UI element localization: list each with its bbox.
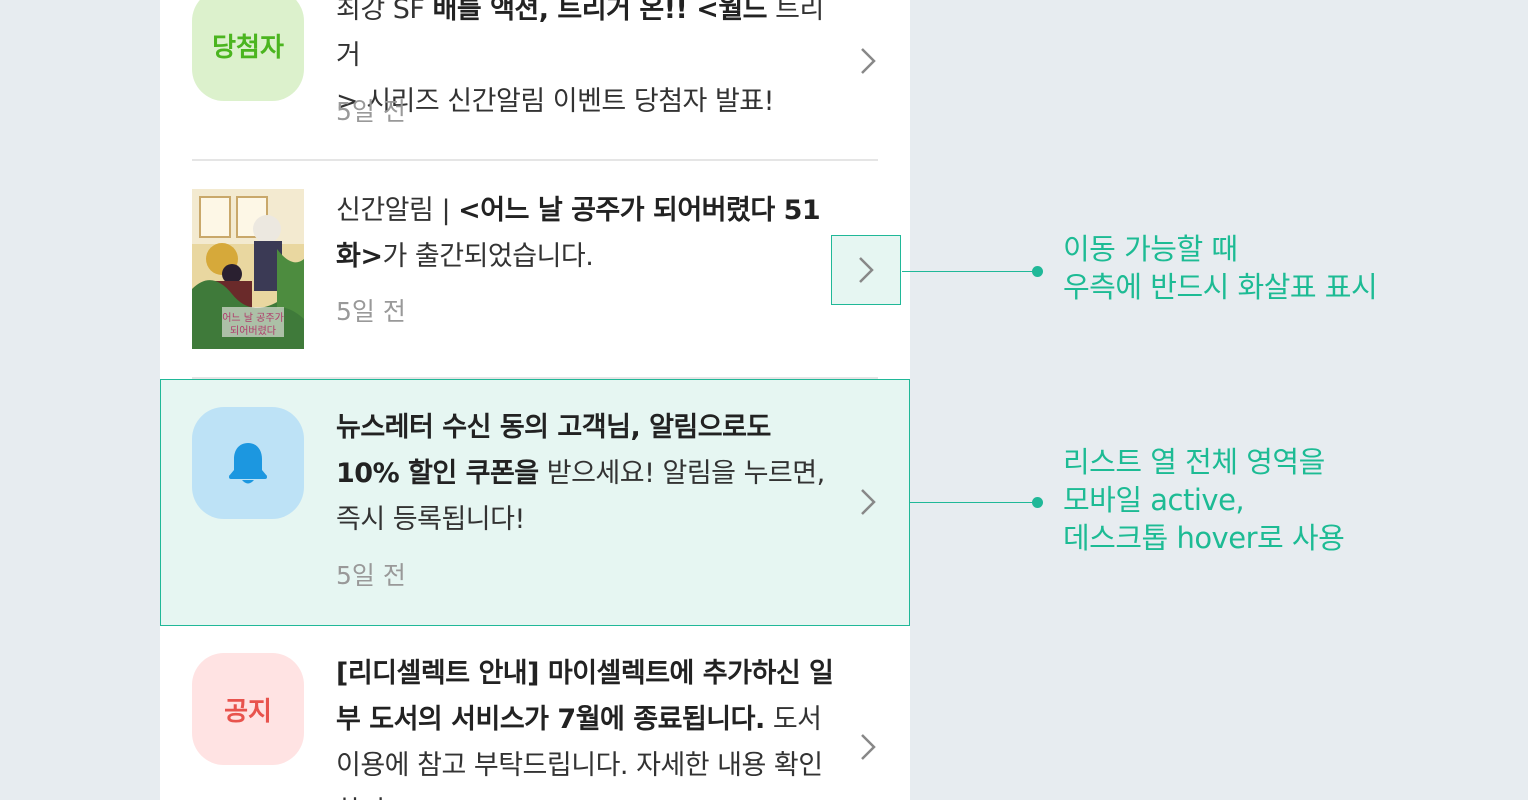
winner-badge-label: 당첨자 [212,32,284,63]
svg-text:되어버렸다: 되어버렸다 [230,324,276,337]
bell-badge [192,407,304,519]
annotation-dot [1032,266,1043,277]
chevron-right-icon [859,257,874,283]
list-item-coupon[interactable]: 뉴스레터 수신 동의 고객님, 알림으로도 10% 할인 쿠폰을 받으세요! 알… [160,380,910,624]
notice-badge: 공지 [192,653,304,765]
chevron-right-icon [850,484,886,520]
list-item-winner[interactable]: 당첨자 최강 SF 배틀 액션, 트리거 온!! <월드 트리거 > 시리즈 신… [160,0,910,160]
annotation-connector [902,271,1036,272]
winner-badge: 당첨자 [192,0,304,101]
item-message: 뉴스레터 수신 동의 고객님, 알림으로도 10% 할인 쿠폰을 받으세요! 알… [336,412,825,535]
item-timestamp: 5일 전 [336,297,406,326]
svg-text:어느 날 공주가: 어느 날 공주가 [222,312,284,324]
item-message: 신간알림 | <어느 날 공주가 되어버렸다 51 화>가 출간되었습니다. [336,195,821,272]
list-item-notice[interactable]: 공지 [리디셀렉트 안내] 마이셀렉트에 추가하신 일부 도서의 서비스가 7월… [160,626,910,800]
item-message: 최강 SF 배틀 액션, 트리거 온!! <월드 트리거 > 시리즈 신간알림 … [336,0,824,117]
book-cover-image: 어느 날 공주가 되어버렸다 [192,189,304,349]
annotation-dot [1032,497,1043,508]
item-message: [리디셀렉트 안내] 마이셀렉트에 추가하신 일부 도서의 서비스가 7월에 종… [336,658,834,800]
chevron-right-icon [850,43,886,79]
annotation-row-note: 리스트 열 전체 영역을 모바일 active, 데스크톱 hover로 사용 [1063,445,1345,555]
notification-list: 당첨자 최강 SF 배틀 액션, 트리거 온!! <월드 트리거 > 시리즈 신… [160,0,910,800]
notice-badge-label: 공지 [224,696,272,727]
chevron-highlight-box[interactable] [831,235,901,305]
item-timestamp: 5일 전 [336,97,406,126]
annotation-connector [910,502,1036,503]
annotation-arrow-note: 이동 가능할 때 우측에 반드시 화살표 표시 [1063,232,1378,304]
item-timestamp: 5일 전 [336,561,406,590]
chevron-right-icon [850,729,886,765]
bell-icon [229,443,267,484]
